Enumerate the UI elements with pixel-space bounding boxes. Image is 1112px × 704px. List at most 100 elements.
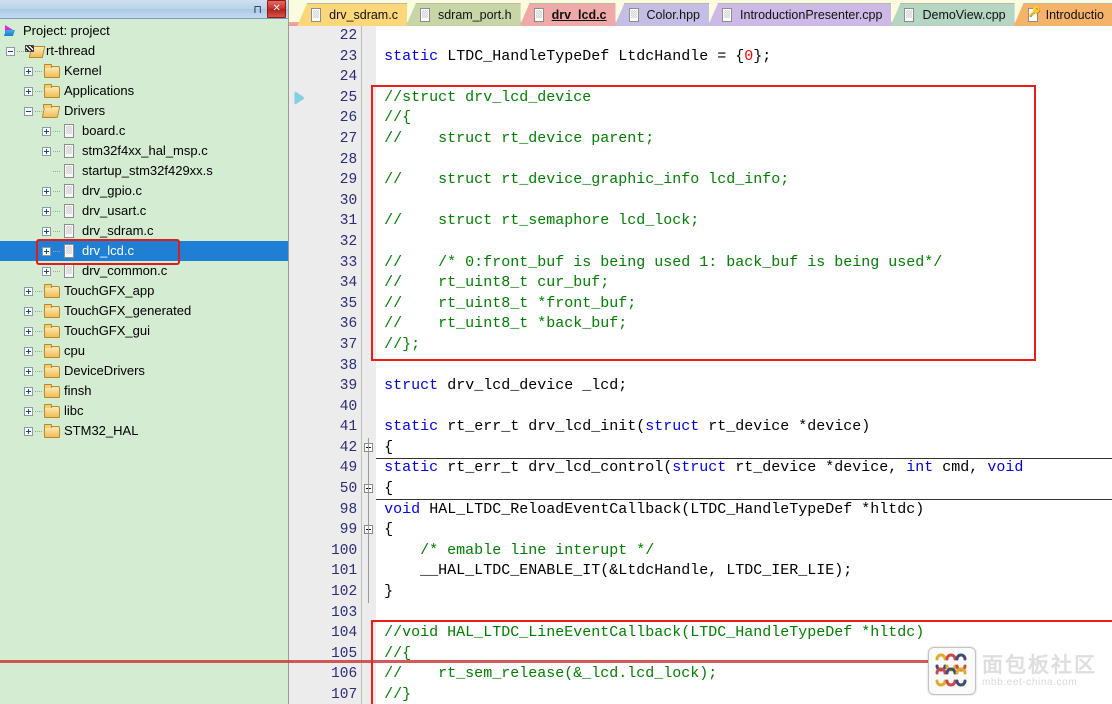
code-line[interactable]: __HAL_LTDC_ENABLE_IT(&LtdcHandle, LTDC_I… — [384, 561, 1112, 582]
code-line[interactable] — [384, 232, 1112, 253]
code-line[interactable]: { — [384, 479, 1112, 500]
tree-item[interactable]: Applications — [0, 81, 288, 101]
code-line[interactable]: // rt_uint8_t cur_buf; — [384, 273, 1112, 294]
tree-item[interactable]: STM32_HAL — [0, 421, 288, 441]
code-line[interactable]: //struct drv_lcd_device — [384, 88, 1112, 109]
project-root-label: Project: project — [23, 23, 110, 38]
expand-plus-icon[interactable] — [40, 201, 53, 221]
tree-connector — [53, 261, 61, 281]
tree-item[interactable]: DeviceDrivers — [0, 361, 288, 381]
tree-item[interactable]: TouchGFX_app — [0, 281, 288, 301]
editor-tab[interactable]: IntroductionPresenter.cpp — [708, 3, 892, 26]
close-icon[interactable]: ✕ — [267, 0, 287, 18]
expand-plus-icon[interactable] — [22, 81, 35, 101]
expand-plus-icon[interactable] — [22, 361, 35, 381]
code-line[interactable] — [384, 356, 1112, 377]
tree-item[interactable]: Kernel — [0, 61, 288, 81]
line-number: 34 — [339, 275, 358, 292]
collapse-minus-icon[interactable] — [22, 101, 35, 121]
expand-plus-icon[interactable] — [22, 281, 35, 301]
collapse-minus-icon[interactable] — [4, 41, 17, 61]
project-root-item[interactable]: Project: project — [0, 21, 288, 41]
code-text-area[interactable]: static LTDC_HandleTypeDef LtdcHandle = {… — [376, 26, 1112, 704]
code-line[interactable]: { — [384, 438, 1112, 459]
code-line[interactable]: /* emable line interupt */ — [384, 541, 1112, 562]
expand-plus-icon[interactable] — [22, 321, 35, 341]
expand-plus-icon[interactable] — [22, 381, 35, 401]
code-line[interactable]: // struct rt_semaphore lcd_lock; — [384, 211, 1112, 232]
editor-marker-gutter[interactable] — [289, 26, 318, 704]
project-tree[interactable]: Project: project rt-thread Kernel Applicati… — [0, 21, 289, 441]
code-fold-gutter[interactable] — [361, 26, 377, 704]
tree-item[interactable]: TouchGFX_generated — [0, 301, 288, 321]
expand-plus-icon[interactable] — [22, 61, 35, 81]
tree-item[interactable]: rt-thread — [0, 41, 288, 61]
editor-tab[interactable]: 🔑 Introductio — [1013, 3, 1112, 26]
tree-item[interactable]: finsh — [0, 381, 288, 401]
editor-tab-active[interactable]: drv_lcd.c — [519, 3, 616, 26]
bookmark-triangle-icon[interactable] — [295, 91, 305, 104]
code-line[interactable] — [384, 26, 1112, 47]
code-line[interactable]: static rt_err_t drv_lcd_control(struct r… — [384, 458, 1112, 479]
expand-plus-icon[interactable] — [22, 341, 35, 361]
editor-tab-bar[interactable]: drv_sdram.c sdram_port.h drv_lcd.c Color.hp… — [289, 0, 1112, 26]
expand-plus-icon[interactable] — [22, 301, 35, 321]
editor-tab[interactable]: sdram_port.h — [405, 3, 521, 26]
tree-item[interactable]: drv_gpio.c — [0, 181, 288, 201]
tree-item[interactable]: drv_sdram.c — [0, 221, 288, 241]
expand-plus-icon[interactable] — [40, 121, 53, 141]
code-line[interactable]: struct drv_lcd_device _lcd; — [384, 376, 1112, 397]
line-number: 30 — [339, 192, 358, 209]
expand-plus-icon[interactable] — [40, 181, 53, 201]
editor-tab[interactable]: Color.hpp — [614, 3, 710, 26]
expand-plus-icon[interactable] — [22, 421, 35, 441]
tree-item[interactable]: cpu — [0, 341, 288, 361]
expand-plus-icon[interactable] — [40, 221, 53, 241]
tree-item-label: Drivers — [64, 103, 106, 118]
code-line[interactable]: static rt_err_t drv_lcd_init(struct rt_d… — [384, 417, 1112, 438]
tree-item[interactable]: startup_stm32f429xx.s — [0, 161, 288, 181]
tree-item[interactable]: libc — [0, 401, 288, 421]
folder-icon — [43, 61, 60, 81]
file-icon — [61, 181, 78, 201]
tree-item[interactable]: TouchGFX_gui — [0, 321, 288, 341]
tree-item[interactable]: Drivers — [0, 101, 288, 121]
code-line[interactable] — [384, 67, 1112, 88]
code-line[interactable]: //void HAL_LTDC_LineEventCallback(LTDC_H… — [384, 623, 1112, 644]
tree-item[interactable]: stm32f4xx_hal_msp.c — [0, 141, 288, 161]
code-line[interactable]: // struct rt_device_graphic_info lcd_inf… — [384, 170, 1112, 191]
code-line[interactable]: void HAL_LTDC_ReloadEventCallback(LTDC_H… — [384, 500, 1112, 521]
code-line[interactable]: // rt_uint8_t *back_buf; — [384, 314, 1112, 335]
code-line[interactable]: } — [384, 582, 1112, 603]
project-tree-container[interactable]: Project: project rt-thread Kernel Applicati… — [0, 19, 289, 704]
code-line[interactable]: //}; — [384, 335, 1112, 356]
expand-plus-icon[interactable] — [40, 241, 53, 261]
tree-item[interactable]: board.c — [0, 121, 288, 141]
pin-icon[interactable]: ⊓ — [249, 1, 266, 17]
expand-plus-icon[interactable] — [40, 261, 53, 281]
line-number: 41 — [339, 419, 358, 436]
code-line[interactable]: //{ — [384, 108, 1112, 129]
code-line[interactable] — [384, 150, 1112, 171]
code-editor[interactable]: 22 23 24 25 26 27 28 29 30 31 32 33 34 35 36 37 38 39 40 41… — [289, 26, 1112, 704]
tree-connector — [53, 141, 61, 161]
folder-icon — [43, 381, 60, 401]
code-line[interactable]: // /* 0:front_buf is being used 1: back_… — [384, 253, 1112, 274]
tree-item[interactable]: drv_usart.c — [0, 201, 288, 221]
code-line[interactable] — [384, 191, 1112, 212]
line-number: 28 — [339, 151, 358, 168]
folder-icon — [43, 421, 60, 441]
editor-tab[interactable]: drv_sdram.c — [297, 3, 407, 26]
code-line[interactable]: // struct rt_device parent; — [384, 129, 1112, 150]
editor-tab[interactable]: DemoView.cpp — [890, 3, 1015, 26]
code-line[interactable] — [384, 603, 1112, 624]
code-line[interactable]: static LTDC_HandleTypeDef LtdcHandle = {… — [384, 47, 1112, 68]
expand-plus-icon[interactable] — [40, 141, 53, 161]
code-line[interactable] — [384, 397, 1112, 418]
tree-item[interactable]: drv_common.c — [0, 261, 288, 281]
expand-plus-icon[interactable] — [22, 401, 35, 421]
tree-item-selected[interactable]: drv_lcd.c — [0, 241, 289, 261]
file-icon — [902, 7, 917, 24]
code-line[interactable]: { — [384, 520, 1112, 541]
code-line[interactable]: // rt_uint8_t *front_buf; — [384, 294, 1112, 315]
